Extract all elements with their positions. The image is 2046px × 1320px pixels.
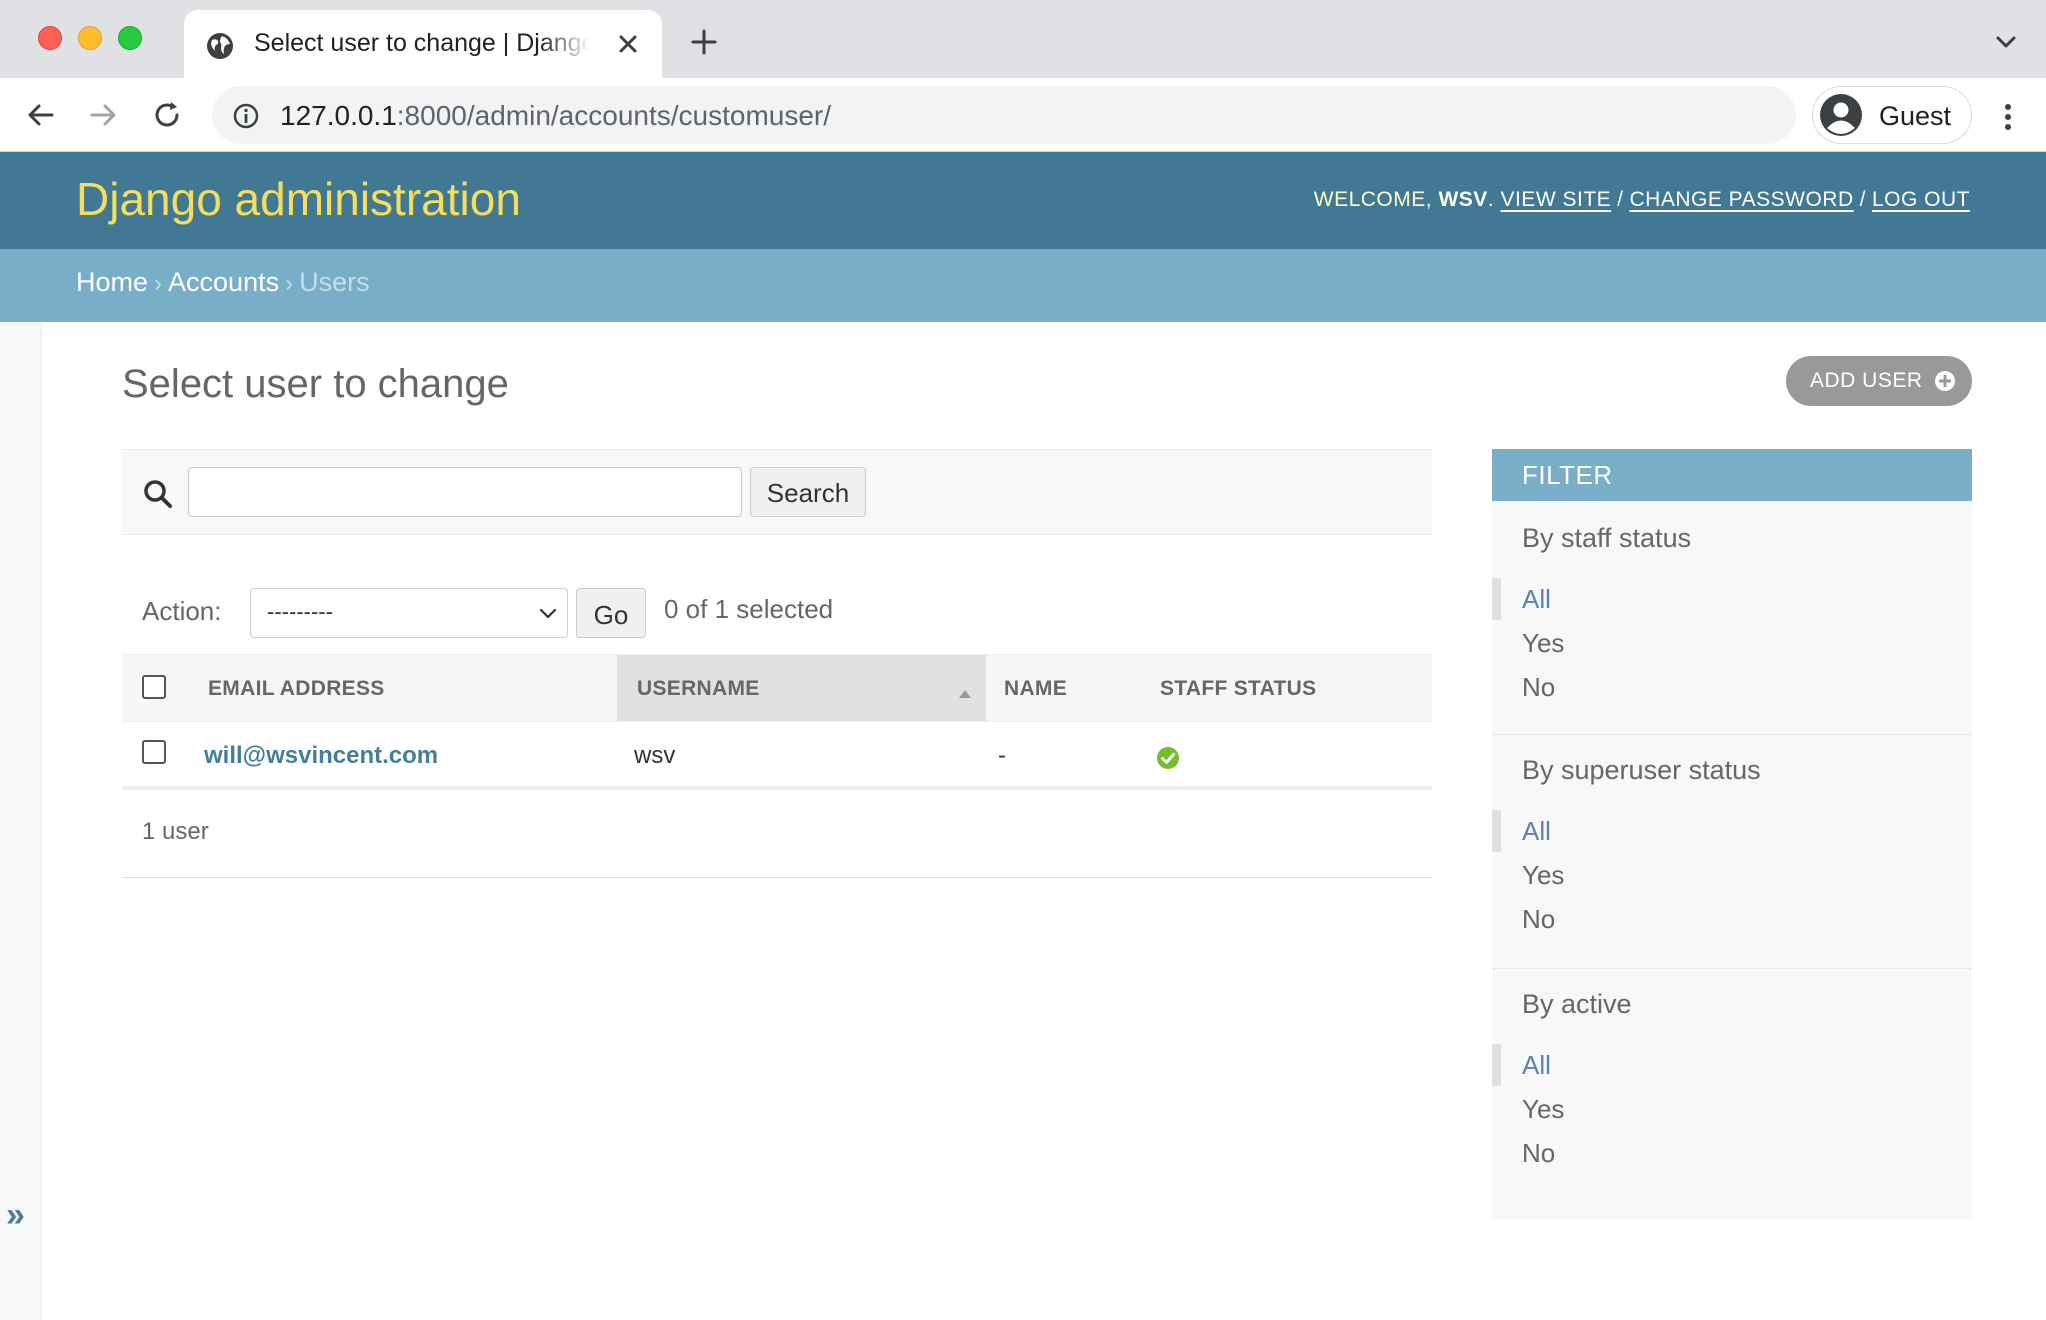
admin-header: Django administration Welcome, wsv. View…	[0, 152, 2046, 249]
selection-counter: 0 of 1 selected	[664, 594, 834, 624]
close-icon[interactable]	[614, 30, 642, 58]
search-icon	[144, 480, 172, 508]
filter-group-superuser-status: By superuser status All Yes No	[1492, 735, 1972, 969]
address-bar[interactable]: 127.0.0.1:8000/admin/accounts/customuser…	[212, 86, 1796, 144]
reload-icon[interactable]	[150, 98, 184, 132]
action-select-value: ---------	[267, 599, 333, 624]
search-toolbar: Search	[122, 449, 1432, 535]
breadcrumb-separator: ›	[285, 270, 294, 297]
breadcrumb-accounts[interactable]: Accounts	[168, 267, 279, 297]
filter-group-title: By superuser status	[1522, 755, 1761, 785]
filter-selected-marker	[1492, 578, 1501, 620]
name-cell: -	[998, 742, 1006, 769]
forward-arrow-icon[interactable]	[86, 98, 120, 132]
filter-group-title: By staff status	[1522, 523, 1692, 553]
filter-selected-marker	[1492, 810, 1501, 852]
welcome-end: .	[1487, 188, 1495, 211]
back-arrow-icon[interactable]	[24, 98, 58, 132]
filter-selected-marker	[1492, 1044, 1501, 1086]
view-site-link[interactable]: View site	[1500, 188, 1611, 211]
breadcrumb: Home › Accounts › Users	[0, 249, 2046, 322]
window-zoom-button[interactable]	[118, 26, 142, 50]
filter-item-no[interactable]: No	[1522, 672, 1555, 703]
url-path: :8000/admin/accounts/customuser/	[396, 100, 832, 131]
chevron-down-icon[interactable]	[1994, 32, 2018, 52]
action-select[interactable]: ---------	[250, 588, 568, 638]
browser-tab-bar: Select user to change | Django site admi…	[0, 0, 2046, 78]
browser-toolbar: 127.0.0.1:8000/admin/accounts/customuser…	[0, 78, 2046, 152]
results-table: EMAIL ADDRESS USERNAME NAME STAFF STATUS…	[122, 654, 1432, 790]
row-select-checkbox[interactable]	[142, 740, 166, 764]
add-user-button[interactable]: ADD USER	[1786, 356, 1972, 406]
search-button[interactable]: Search	[750, 467, 866, 517]
breadcrumb-home[interactable]: Home	[76, 267, 148, 297]
browser-tab[interactable]: Select user to change | Django site admi…	[184, 10, 662, 78]
filter-group-title: By active	[1522, 989, 1632, 1019]
column-header-username[interactable]: USERNAME	[617, 655, 986, 721]
filter-item-yes[interactable]: Yes	[1522, 860, 1564, 891]
nav-sidebar-strip	[0, 322, 42, 1320]
more-menu-icon[interactable]	[2000, 102, 2016, 132]
chevron-down-icon	[539, 608, 557, 619]
action-label: Action:	[142, 596, 222, 626]
table-row: will@wsvincent.com wsv -	[122, 722, 1432, 790]
column-header-email[interactable]: EMAIL ADDRESS	[208, 655, 500, 721]
username: wsv	[1438, 188, 1488, 211]
plus-icon	[1935, 371, 1955, 391]
page-title: Select user to change	[122, 362, 509, 406]
filter-group-staff-status: By staff status All Yes No	[1492, 501, 1972, 735]
breadcrumb-separator: ›	[154, 270, 163, 297]
filter-group-active: By active All Yes No	[1492, 969, 1972, 1219]
select-all-checkbox[interactable]	[142, 675, 166, 699]
toggle-nav-sidebar-button[interactable]: »	[6, 1196, 25, 1235]
url-text: 127.0.0.1:8000/admin/accounts/customuser…	[280, 100, 831, 132]
filter-item-all[interactable]: All	[1522, 1050, 1551, 1081]
separator: /	[1859, 188, 1866, 211]
globe-icon	[207, 33, 233, 59]
new-tab-icon[interactable]	[690, 28, 718, 56]
profile-button[interactable]: Guest	[1812, 86, 1972, 144]
username-cell: wsv	[634, 742, 676, 769]
column-header-username-label: USERNAME	[637, 677, 760, 700]
info-icon[interactable]	[232, 102, 260, 130]
user-tools: Welcome, wsv. View site / Change password /…	[1314, 188, 1970, 212]
filter-item-no[interactable]: No	[1522, 904, 1555, 935]
column-header-staff-status[interactable]: STAFF STATUS	[1160, 655, 1380, 721]
filter-panel: FILTER By staff status All Yes No By sup…	[1492, 449, 1972, 1219]
avatar-icon	[1820, 94, 1862, 136]
change-password-link[interactable]: Change password	[1630, 188, 1854, 211]
go-button[interactable]: Go	[576, 588, 646, 638]
filter-item-yes[interactable]: Yes	[1522, 628, 1564, 659]
profile-name: Guest	[1879, 101, 1952, 131]
email-cell: will@wsvincent.com	[204, 742, 438, 770]
breadcrumb-current: Users	[299, 267, 370, 297]
url-host: 127.0.0.1	[280, 100, 397, 131]
filter-item-no[interactable]: No	[1522, 1138, 1555, 1169]
tab-title: Select user to change | Django site admi…	[254, 29, 590, 57]
window-minimize-button[interactable]	[78, 26, 102, 50]
column-header-name[interactable]: NAME	[1004, 655, 1154, 721]
check-circle-icon	[1157, 747, 1179, 769]
welcome-text: Welcome,	[1313, 188, 1439, 211]
paginator: 1 user	[122, 790, 1432, 878]
filter-item-all[interactable]: All	[1522, 816, 1551, 847]
search-input[interactable]	[188, 467, 742, 517]
result-count: 1 user	[142, 818, 209, 845]
separator: /	[1617, 188, 1624, 211]
table-header: EMAIL ADDRESS USERNAME NAME STAFF STATUS	[122, 654, 1432, 722]
filter-title: FILTER	[1492, 449, 1972, 501]
add-user-label: ADD USER	[1810, 369, 1923, 392]
user-email-link[interactable]: will@wsvincent.com	[204, 742, 438, 769]
actions-bar: Action: --------- Go 0 of 1 selected	[122, 584, 1432, 654]
filter-item-yes[interactable]: Yes	[1522, 1094, 1564, 1125]
site-branding[interactable]: Django administration	[76, 172, 521, 226]
window-close-button[interactable]	[38, 26, 62, 50]
filter-item-all[interactable]: All	[1522, 584, 1551, 615]
log-out-link[interactable]: Log out	[1872, 188, 1970, 211]
sort-ascending-icon[interactable]	[957, 687, 973, 699]
